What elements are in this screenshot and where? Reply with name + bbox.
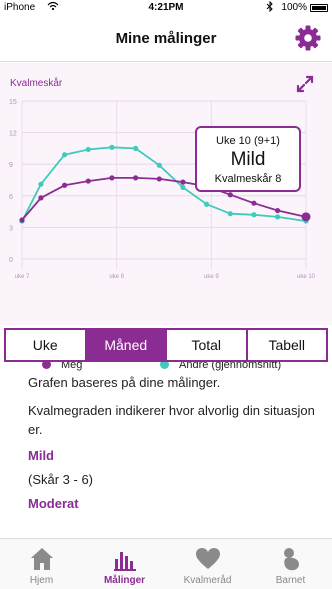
tab-label-kvalmerad: Kvalmeråd [183, 575, 232, 586]
tab-hjem[interactable]: Hjem [0, 539, 83, 589]
tooltip-level: Mild [230, 149, 266, 170]
tab-kvalmerad[interactable]: Kvalmeråd [166, 539, 249, 589]
y-tick-label: 15 [9, 99, 17, 106]
data-point-me [85, 178, 91, 184]
bar-chart-icon [111, 545, 139, 573]
data-point-others [251, 212, 257, 218]
y-axis-label: Kvalmeskår [10, 78, 63, 89]
data-point-me [180, 179, 186, 185]
tab-label-malinger: Målinger [103, 575, 146, 586]
bluetooth-icon [266, 0, 274, 15]
x-tick-label: uke 8 [109, 274, 124, 280]
heart-icon [194, 545, 222, 573]
x-tick-label: uke 7 [15, 274, 30, 280]
info-section: Grafen baseres på dine målinger. Kvalmeg… [28, 373, 318, 520]
y-tick-label: 0 [9, 257, 13, 264]
baby-icon [277, 545, 305, 573]
data-point-me [275, 207, 281, 214]
tooltip-week: Uke 10 (9+1) [216, 135, 280, 147]
y-tick-label: 3 [9, 225, 13, 232]
data-point-me [62, 182, 68, 188]
y-tick-label: 9 [9, 162, 13, 169]
data-point-me [301, 212, 311, 222]
data-point-others [133, 145, 139, 151]
nav-bar: Mine målinger [0, 16, 332, 62]
data-point-others [275, 214, 281, 220]
chart-panel: 15 12 9 6 3 0 uke 7 uke 8 uke 9 uke 10 Kvalmeskår… [0, 63, 332, 371]
data-point-others [85, 146, 91, 153]
data-point-others [227, 211, 233, 217]
tab-barnet[interactable]: Barnet [249, 539, 332, 589]
data-point-me [109, 175, 115, 181]
tab-label-barnet: Barnet [275, 575, 306, 586]
status-bar: iPhone 4:21PM 100% [0, 0, 332, 16]
x-tick-label: uke 9 [204, 274, 219, 280]
info-text-severity: Kvalmegraden indikerer hvor alvorlig din… [28, 403, 315, 437]
segment-tabell[interactable]: Tabell [248, 330, 327, 360]
tab-label-hjem: Hjem [29, 575, 54, 586]
gear-icon[interactable] [294, 24, 322, 52]
data-point-me [251, 200, 257, 206]
battery-percent: 100% [281, 2, 307, 13]
data-point-others [38, 181, 44, 187]
level-moderat-title: Moderat [28, 496, 79, 511]
tab-bar: Hjem Målinger Kvalmeråd Barnet [0, 538, 332, 589]
house-icon [28, 545, 56, 573]
data-point-others [109, 144, 115, 150]
data-point-others [204, 201, 210, 207]
y-tick-label: 6 [9, 194, 13, 201]
info-text-basis: Grafen baseres på dine målinger. [28, 375, 221, 390]
segment-uke[interactable]: Uke [6, 330, 87, 360]
data-point-me [227, 192, 233, 198]
segment-maned[interactable]: Måned [86, 330, 167, 360]
level-mild-range: (Skår 3 - 6) [28, 472, 94, 487]
page-title: Mine målinger [115, 30, 217, 47]
data-point-others [180, 184, 186, 190]
data-point-me [19, 217, 25, 223]
data-point-others [156, 162, 162, 168]
tab-malinger[interactable]: Målinger [83, 539, 166, 589]
data-point-me [156, 176, 162, 182]
period-segmented-control: Uke Måned Total Tabell [4, 328, 328, 362]
data-point-tooltip: Uke 10 (9+1) Mild Kvalmeskår 8 [195, 126, 301, 192]
y-tick-label: 12 [9, 131, 17, 138]
data-point-me [38, 195, 44, 201]
level-mild-title: Mild [28, 448, 54, 463]
data-point-me [133, 175, 139, 181]
data-point-others [62, 152, 68, 158]
tooltip-score: Kvalmeskår 8 [214, 173, 282, 185]
segment-total[interactable]: Total [167, 330, 248, 360]
expand-icon[interactable] [296, 75, 314, 93]
battery-icon [310, 4, 328, 12]
line-chart: 15 12 9 6 3 0 uke 7 uke 8 uke 9 uke 10 [9, 99, 316, 280]
x-tick-label: uke 10 [297, 274, 316, 280]
